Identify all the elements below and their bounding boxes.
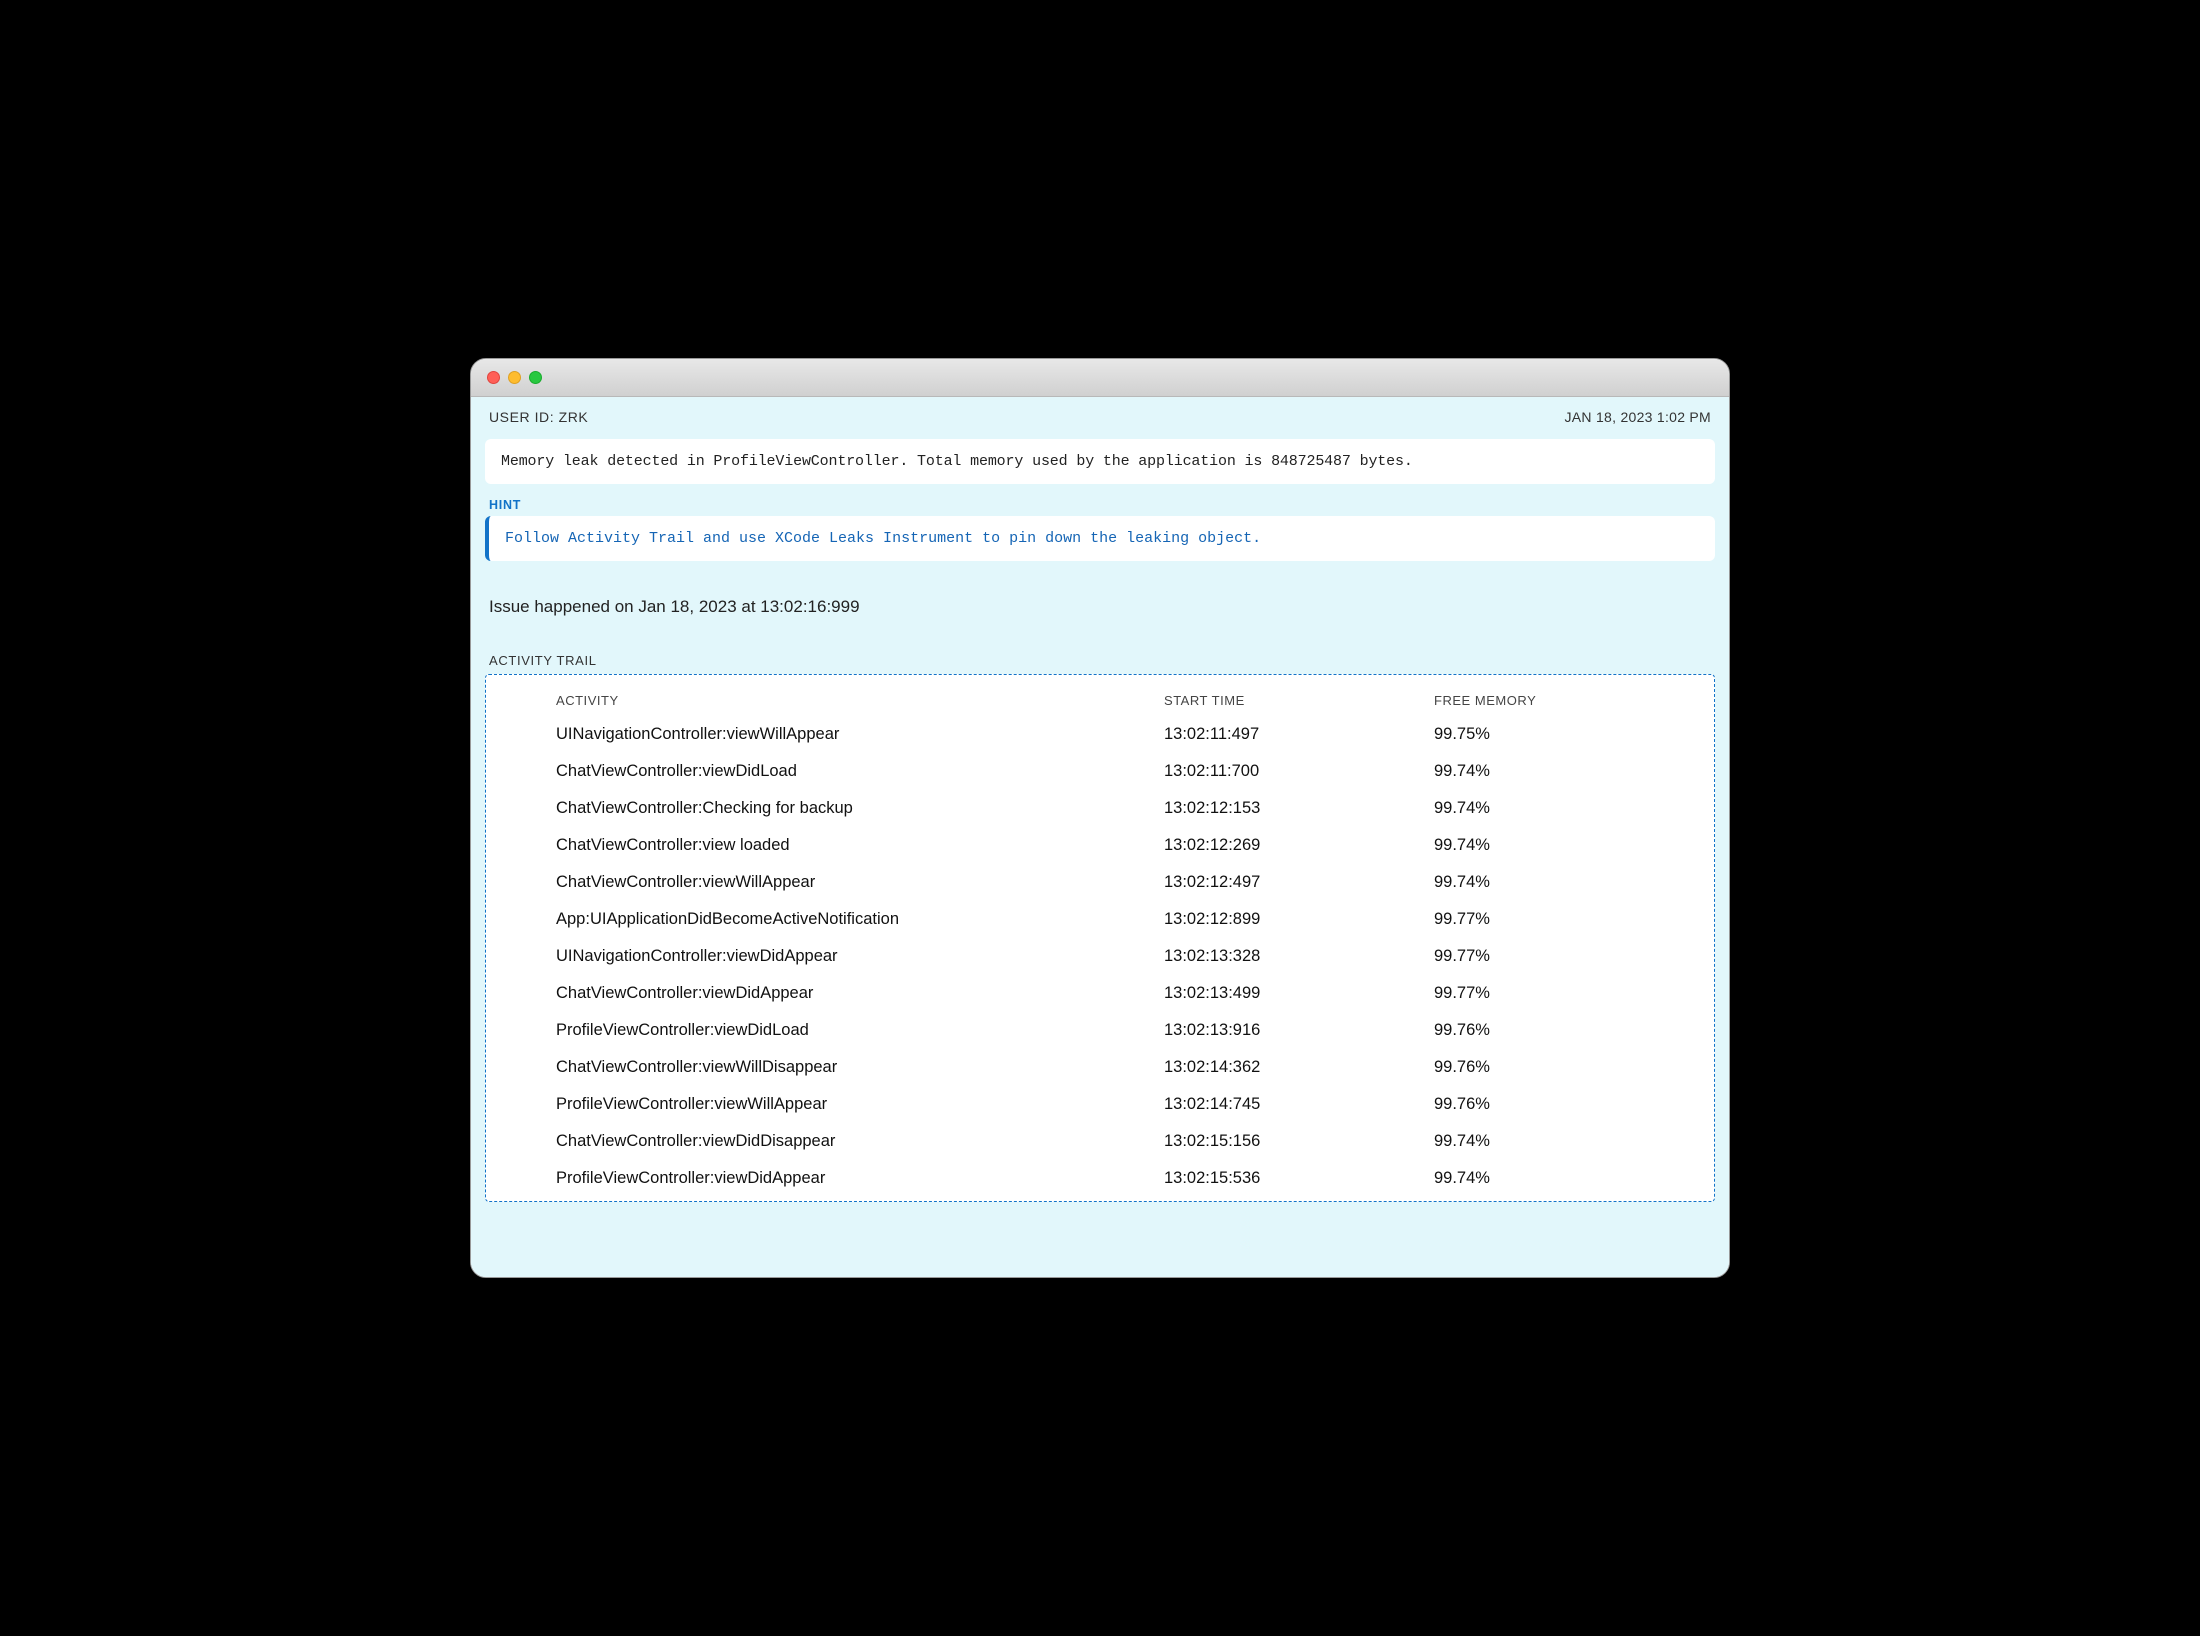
cell-start-time: 13:02:15:536 (1164, 1169, 1434, 1188)
cell-activity: ProfileViewController:viewWillAppear (556, 1095, 1164, 1114)
cell-free-memory: 99.77% (1434, 947, 1714, 966)
column-header-activity: ACTIVITY (556, 693, 1164, 708)
cell-activity: ProfileViewController:viewDidAppear (556, 1169, 1164, 1188)
cell-start-time: 13:02:14:362 (1164, 1058, 1434, 1077)
table-row: ChatViewController:viewWillDisappear13:0… (486, 1049, 1714, 1086)
cell-start-time: 13:02:14:745 (1164, 1095, 1434, 1114)
cell-activity: ChatViewController:viewDidDisappear (556, 1132, 1164, 1151)
cell-start-time: 13:02:11:700 (1164, 762, 1434, 781)
cell-start-time: 13:02:12:153 (1164, 799, 1434, 818)
table-row: App:UIApplicationDidBecomeActiveNotifica… (486, 901, 1714, 938)
cell-free-memory: 99.74% (1434, 799, 1714, 818)
cell-activity: ChatViewController:viewWillDisappear (556, 1058, 1164, 1077)
cell-activity: UINavigationController:viewDidAppear (556, 947, 1164, 966)
cell-start-time: 13:02:11:497 (1164, 725, 1434, 744)
cell-start-time: 13:02:12:899 (1164, 910, 1434, 929)
zoom-icon[interactable] (529, 371, 542, 384)
table-row: ChatViewController:viewWillAppear13:02:1… (486, 864, 1714, 901)
hint-card: Follow Activity Trail and use XCode Leak… (485, 516, 1715, 561)
cell-free-memory: 99.76% (1434, 1095, 1714, 1114)
cell-start-time: 13:02:13:499 (1164, 984, 1434, 1003)
table-row: ChatViewController:viewDidDisappear13:02… (486, 1123, 1714, 1160)
user-id-label: USER ID: (489, 409, 554, 425)
close-icon[interactable] (487, 371, 500, 384)
cell-free-memory: 99.75% (1434, 725, 1714, 744)
minimize-icon[interactable] (508, 371, 521, 384)
column-header-start-time: START TIME (1164, 693, 1434, 708)
cell-free-memory: 99.74% (1434, 836, 1714, 855)
hint-label: HINT (489, 498, 1711, 512)
cell-activity: ChatViewController:viewWillAppear (556, 873, 1164, 892)
cell-free-memory: 99.74% (1434, 1132, 1714, 1151)
app-window: USER ID: ZRK JAN 18, 2023 1:02 PM Memory… (470, 358, 1730, 1278)
content-pane: USER ID: ZRK JAN 18, 2023 1:02 PM Memory… (471, 397, 1729, 1277)
error-message: Memory leak detected in ProfileViewContr… (501, 453, 1699, 470)
report-timestamp: JAN 18, 2023 1:02 PM (1565, 409, 1711, 425)
window-controls (487, 371, 542, 384)
table-row: ProfileViewController:viewDidLoad13:02:1… (486, 1012, 1714, 1049)
table-row: UINavigationController:viewDidAppear13:0… (486, 938, 1714, 975)
column-header-free-memory: FREE MEMORY (1434, 693, 1714, 708)
table-row: ChatViewController:viewDidAppear13:02:13… (486, 975, 1714, 1012)
table-row: ChatViewController:viewDidLoad13:02:11:7… (486, 753, 1714, 790)
cell-activity: ChatViewController:viewDidAppear (556, 984, 1164, 1003)
cell-free-memory: 99.76% (1434, 1021, 1714, 1040)
cell-activity: ChatViewController:view loaded (556, 836, 1164, 855)
table-row: ChatViewController:Checking for backup13… (486, 790, 1714, 827)
cell-free-memory: 99.76% (1434, 1058, 1714, 1077)
cell-free-memory: 99.77% (1434, 984, 1714, 1003)
error-message-card: Memory leak detected in ProfileViewContr… (485, 439, 1715, 484)
cell-free-memory: 99.77% (1434, 910, 1714, 929)
issue-timestamp-line: Issue happened on Jan 18, 2023 at 13:02:… (489, 597, 1711, 617)
table-row: ProfileViewController:viewDidAppear13:02… (486, 1160, 1714, 1197)
cell-free-memory: 99.74% (1434, 762, 1714, 781)
user-id-value: ZRK (559, 409, 589, 425)
table-row: UINavigationController:viewWillAppear13:… (486, 716, 1714, 753)
cell-start-time: 13:02:15:156 (1164, 1132, 1434, 1151)
hint-text: Follow Activity Trail and use XCode Leak… (505, 530, 1699, 547)
cell-start-time: 13:02:13:916 (1164, 1021, 1434, 1040)
table-body: UINavigationController:viewWillAppear13:… (486, 716, 1714, 1197)
cell-activity: ChatViewController:viewDidLoad (556, 762, 1164, 781)
table-row: ChatViewController:view loaded13:02:12:2… (486, 827, 1714, 864)
user-id: USER ID: ZRK (489, 409, 588, 425)
cell-free-memory: 99.74% (1434, 1169, 1714, 1188)
cell-activity: ChatViewController:Checking for backup (556, 799, 1164, 818)
header-row: USER ID: ZRK JAN 18, 2023 1:02 PM (471, 397, 1729, 433)
cell-activity: ProfileViewController:viewDidLoad (556, 1021, 1164, 1040)
cell-start-time: 13:02:13:328 (1164, 947, 1434, 966)
cell-start-time: 13:02:12:497 (1164, 873, 1434, 892)
titlebar (471, 359, 1729, 397)
table-row: ProfileViewController:viewWillAppear13:0… (486, 1086, 1714, 1123)
cell-activity: UINavigationController:viewWillAppear (556, 725, 1164, 744)
cell-activity: App:UIApplicationDidBecomeActiveNotifica… (556, 910, 1164, 929)
activity-trail-label: ACTIVITY TRAIL (489, 653, 1711, 668)
cell-start-time: 13:02:12:269 (1164, 836, 1434, 855)
cell-free-memory: 99.74% (1434, 873, 1714, 892)
activity-trail-table: ACTIVITY START TIME FREE MEMORY UINaviga… (485, 674, 1715, 1202)
table-header: ACTIVITY START TIME FREE MEMORY (486, 685, 1714, 716)
